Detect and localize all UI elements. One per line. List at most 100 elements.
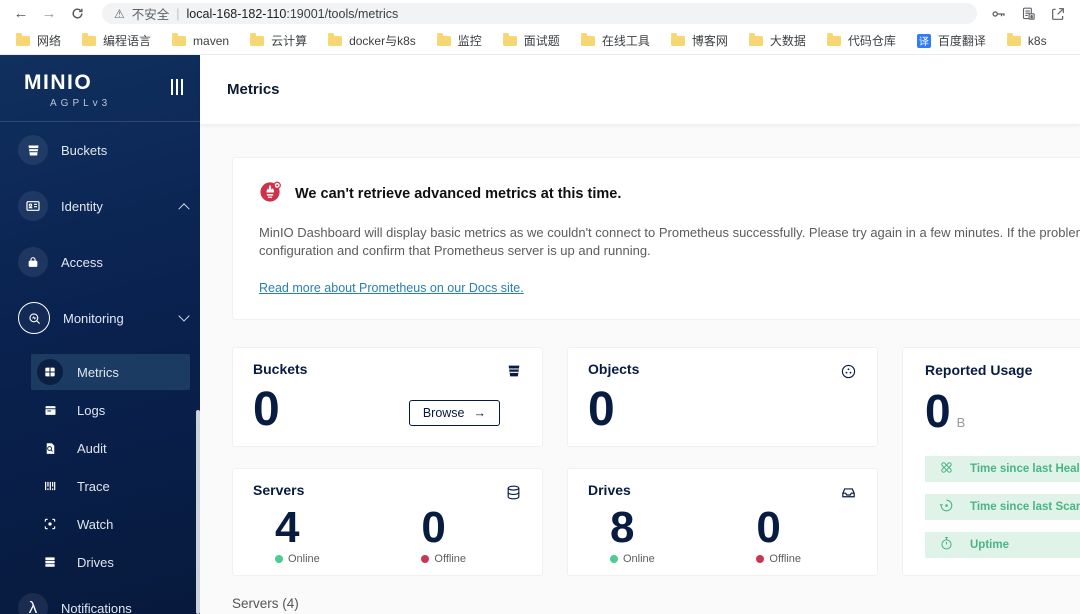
- folder-icon: [328, 32, 343, 46]
- online-dot: [275, 555, 283, 564]
- translate-badge-icon: 译: [916, 33, 931, 48]
- bookmark-label: 监控: [457, 34, 482, 48]
- monitoring-icon: [18, 302, 50, 334]
- bookmark-label: 博客网: [691, 34, 728, 48]
- sidebar-nav: Buckets Identity Access Monitoring Metri…: [0, 122, 200, 614]
- objects-icon: [840, 363, 857, 385]
- bookmark-item[interactable]: k8s: [1006, 32, 1047, 48]
- bookmark-item[interactable]: 编程语言: [82, 32, 151, 49]
- bookmark-label: 在线工具: [601, 34, 650, 48]
- folder-icon: [82, 32, 97, 46]
- servers-online-count: 4: [275, 503, 300, 553]
- drives-offline-stat: 0 Offline: [756, 506, 801, 565]
- folder-icon: [670, 32, 685, 46]
- folder-icon: [502, 32, 517, 46]
- sidebar-scrollbar[interactable]: [196, 410, 200, 614]
- sidebar-item-access[interactable]: Access: [18, 242, 188, 282]
- bookmark-label: 网络: [37, 34, 62, 48]
- sidebar-subitem-audit[interactable]: Audit: [31, 430, 190, 466]
- sidebar-subitem-label: Watch: [77, 516, 114, 532]
- sidebar-item-identity[interactable]: Identity: [18, 186, 190, 226]
- buckets-count: 0: [253, 383, 280, 437]
- bookmark-item[interactable]: 网络: [16, 32, 61, 49]
- audit-icon: [37, 435, 63, 461]
- drives-card: Drives 8 Online 0 Offline: [567, 468, 878, 577]
- bookmark-item[interactable]: 博客网: [670, 32, 728, 49]
- logo-area: MINIO AGPLv3: [0, 55, 200, 122]
- sidebar-subitem-label: Metrics: [77, 364, 119, 380]
- bookmark-label: 百度翻译: [937, 34, 986, 48]
- sidebar-item-notifications[interactable]: λ Notifications: [18, 588, 188, 614]
- address-bar[interactable]: ⚠ 不安全 | local-168-182-110:19001/tools/me…: [102, 3, 977, 24]
- buckets-card: Buckets 0 Browse →: [232, 347, 543, 448]
- bookmark-item[interactable]: docker与k8s: [328, 32, 416, 49]
- bookmark-item-translate[interactable]: 译百度翻译: [916, 32, 986, 49]
- prometheus-docs-link[interactable]: Read more about Prometheus on our Docs s…: [259, 281, 524, 295]
- url-host: local-168-182-110: [186, 6, 287, 21]
- folder-icon: [250, 32, 265, 46]
- page-title: Metrics: [227, 81, 280, 98]
- page-header: Metrics: [200, 55, 1080, 124]
- offline-label: Offline: [769, 553, 801, 566]
- servers-card-title: Servers: [253, 482, 305, 499]
- online-dot: [610, 555, 618, 564]
- license-label: AGPLv3: [50, 98, 112, 109]
- activity-label: Time since last Heal Activity: [970, 463, 1080, 476]
- arrow-right-icon: →: [473, 406, 487, 421]
- bookmark-label: 云计算: [271, 34, 308, 48]
- servers-section-heading: Servers (4): [232, 596, 299, 612]
- drives-icon: [37, 549, 63, 575]
- activity-label: Time since last Scan Activity: [970, 501, 1080, 514]
- folder-icon: [436, 32, 451, 46]
- bookmark-item[interactable]: 在线工具: [580, 32, 650, 49]
- sidebar-item-monitoring[interactable]: Monitoring: [18, 298, 190, 338]
- sidebar-collapse-icon[interactable]: [170, 79, 183, 95]
- folder-icon: [748, 32, 763, 46]
- bookmark-item[interactable]: 大数据: [748, 32, 806, 49]
- sidebar-subitem-metrics[interactable]: Metrics: [31, 354, 190, 390]
- sidebar-subitem-trace[interactable]: Trace: [31, 468, 190, 504]
- sidebar-item-label: Identity: [61, 198, 103, 214]
- bucket-icon: [506, 363, 522, 384]
- online-label: Online: [288, 553, 320, 566]
- sidebar-item-label: Access: [61, 254, 103, 270]
- not-secure-icon: ⚠: [114, 6, 125, 21]
- sidebar-subitem-watch[interactable]: Watch: [31, 506, 190, 542]
- metrics-icon: [37, 359, 63, 385]
- reported-usage-card: Reported Usage 0 B Time since last Heal …: [902, 347, 1080, 577]
- bookmark-label: 代码仓库: [847, 34, 896, 48]
- bookmark-item[interactable]: 代码仓库: [826, 32, 896, 49]
- browser-toolbar: ← → ⚠ 不安全 | local-168-182-110:19001/tool…: [0, 0, 1080, 27]
- back-icon[interactable]: ←: [10, 6, 32, 21]
- bookmark-item[interactable]: 面试题: [502, 32, 560, 49]
- screen: ← → ⚠ 不安全 | local-168-182-110:19001/tool…: [0, 0, 1080, 614]
- bookmark-item[interactable]: maven: [172, 32, 229, 48]
- lambda-icon: λ: [18, 593, 48, 614]
- bookmark-item[interactable]: 监控: [436, 32, 482, 49]
- address-separator: |: [176, 6, 180, 21]
- sidebar-subitem-drives[interactable]: Drives: [31, 544, 190, 580]
- logs-icon: [37, 397, 63, 423]
- browse-button[interactable]: Browse →: [408, 400, 500, 427]
- heal-activity-chip[interactable]: Time since last Heal Activity: [925, 456, 1080, 483]
- password-key-icon[interactable]: [991, 6, 1007, 22]
- servers-icon: [505, 484, 522, 506]
- sidebar-item-buckets[interactable]: Buckets: [18, 130, 188, 170]
- share-icon[interactable]: [1050, 6, 1066, 22]
- bookmarks-bar: 网络 编程语言 maven 云计算 docker与k8s 监控 面试题 在线工具…: [0, 27, 1080, 55]
- sidebar-subitem-logs[interactable]: Logs: [31, 392, 190, 428]
- bookmark-label: 编程语言: [103, 34, 152, 48]
- uptime-chip[interactable]: Uptime: [925, 532, 1080, 559]
- reported-usage-value: 0: [925, 385, 951, 438]
- browse-label: Browse: [422, 406, 465, 421]
- scan-activity-chip[interactable]: Time since last Scan Activity: [925, 494, 1080, 521]
- refresh-icon[interactable]: [66, 7, 88, 20]
- servers-offline-stat: 0 Offline: [421, 506, 466, 565]
- bookmark-item[interactable]: 云计算: [250, 32, 307, 49]
- translate-icon[interactable]: [1021, 6, 1036, 21]
- browser-actions: [991, 6, 1070, 22]
- forward-icon[interactable]: →: [38, 6, 60, 21]
- watch-icon: [37, 511, 63, 537]
- activity-label: Uptime: [970, 539, 1009, 552]
- offline-label: Offline: [434, 553, 466, 566]
